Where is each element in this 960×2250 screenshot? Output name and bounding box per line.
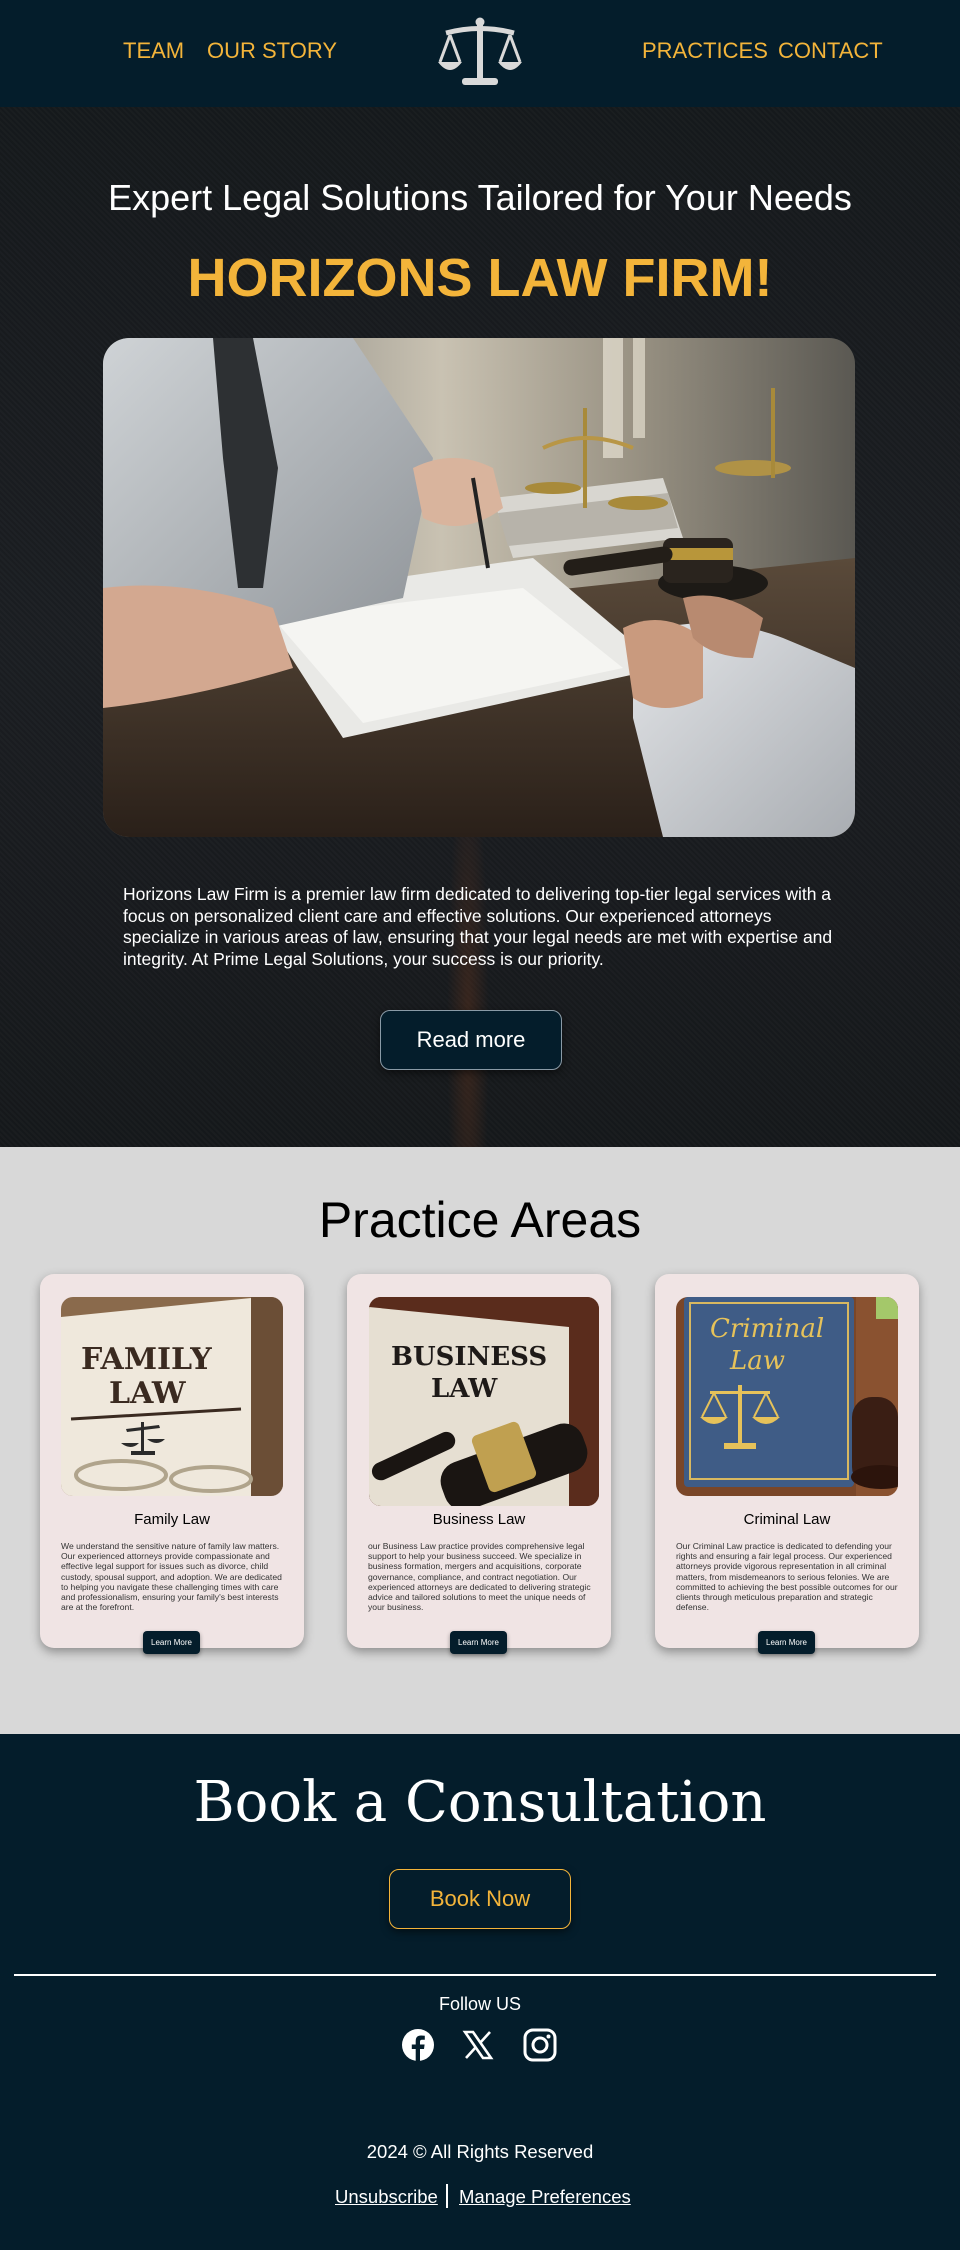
nav-link-practices[interactable]: PRACTICES — [642, 38, 768, 64]
criminal-law-book-title-line-2: Law — [729, 1346, 785, 1376]
criminal-law-book-image: Criminal Law — [676, 1297, 898, 1496]
practice-areas-section: Practice Areas FAMILY LAW Family Law We … — [0, 1147, 960, 1734]
learn-more-button[interactable]: Learn More — [143, 1631, 200, 1654]
read-more-button[interactable]: Read more — [380, 1010, 562, 1070]
practice-card-title: Criminal Law — [743, 1511, 831, 1528]
copyright-text: 2024 © All Rights Reserved — [366, 2141, 594, 2162]
business-law-book-image: BUSINESS LAW — [369, 1297, 599, 1506]
learn-more-button[interactable]: Learn More — [758, 1631, 815, 1654]
practice-card-criminal-law: Criminal Law Criminal Law Our Criminal L… — [655, 1274, 919, 1654]
manage-preferences-link[interactable]: Manage Preferences — [459, 2186, 631, 2208]
hero-description: Horizons Law Firm is a premier law firm … — [123, 884, 833, 969]
nav-link-team[interactable]: TEAM — [123, 38, 184, 64]
footer-link-separator — [446, 2184, 448, 2208]
email-page: TEAM OUR STORY PRACTICES CONTACT Expert … — [0, 0, 960, 2250]
hero-kicker: Expert Legal Solutions Tailored for Your… — [108, 177, 852, 218]
family-law-book-title-line-1: FAMILY — [81, 1342, 212, 1377]
family-law-book-title-line-2: LAW — [109, 1376, 187, 1411]
lawyer-meeting-photo — [103, 338, 855, 837]
footer-divider — [14, 1974, 936, 1976]
practice-card-business-law: BUSINESS LAW Business Law our Business L… — [347, 1274, 611, 1654]
consultation-title: Book a Consultation — [193, 1770, 767, 1835]
practice-areas-title: Practice Areas — [318, 1192, 642, 1248]
practice-card-title: Business Law — [432, 1511, 526, 1528]
facebook-icon[interactable] — [400, 2027, 436, 2063]
practice-card-description: We understand the sensitive nature of fa… — [61, 1541, 282, 1613]
practice-card-description: our Business Law practice provides compr… — [368, 1541, 591, 1613]
nav-link-contact[interactable]: CONTACT — [778, 38, 883, 64]
top-nav: TEAM OUR STORY PRACTICES CONTACT — [0, 0, 960, 107]
instagram-icon[interactable] — [522, 2027, 558, 2063]
x-icon[interactable] — [460, 2027, 496, 2063]
practice-card-title: Family Law — [134, 1511, 210, 1528]
hero-title: HORIZONS LAW FIRM! — [187, 248, 773, 308]
scales-of-justice-icon[interactable] — [438, 16, 522, 92]
follow-us-label: Follow US — [438, 1994, 522, 2014]
hero-section: Expert Legal Solutions Tailored for Your… — [0, 107, 960, 1147]
learn-more-button[interactable]: Learn More — [450, 1631, 507, 1654]
family-law-book-image: FAMILY LAW — [61, 1297, 283, 1496]
business-law-book-title-line-2: LAW — [431, 1374, 498, 1404]
practice-card-description: Our Criminal Law practice is dedicated t… — [676, 1541, 898, 1613]
nav-link-our-story[interactable]: OUR STORY — [207, 38, 337, 64]
criminal-law-book-title-line-1: Criminal — [710, 1314, 824, 1344]
unsubscribe-link[interactable]: Unsubscribe — [335, 2186, 438, 2208]
business-law-book-title-line-1: BUSINESS — [391, 1342, 547, 1372]
practice-card-family-law: FAMILY LAW Family Law We understand the … — [40, 1274, 304, 1654]
book-now-button[interactable]: Book Now — [389, 1869, 571, 1929]
consultation-section: Book a Consultation Book Now Follow US 2… — [0, 1734, 960, 2250]
